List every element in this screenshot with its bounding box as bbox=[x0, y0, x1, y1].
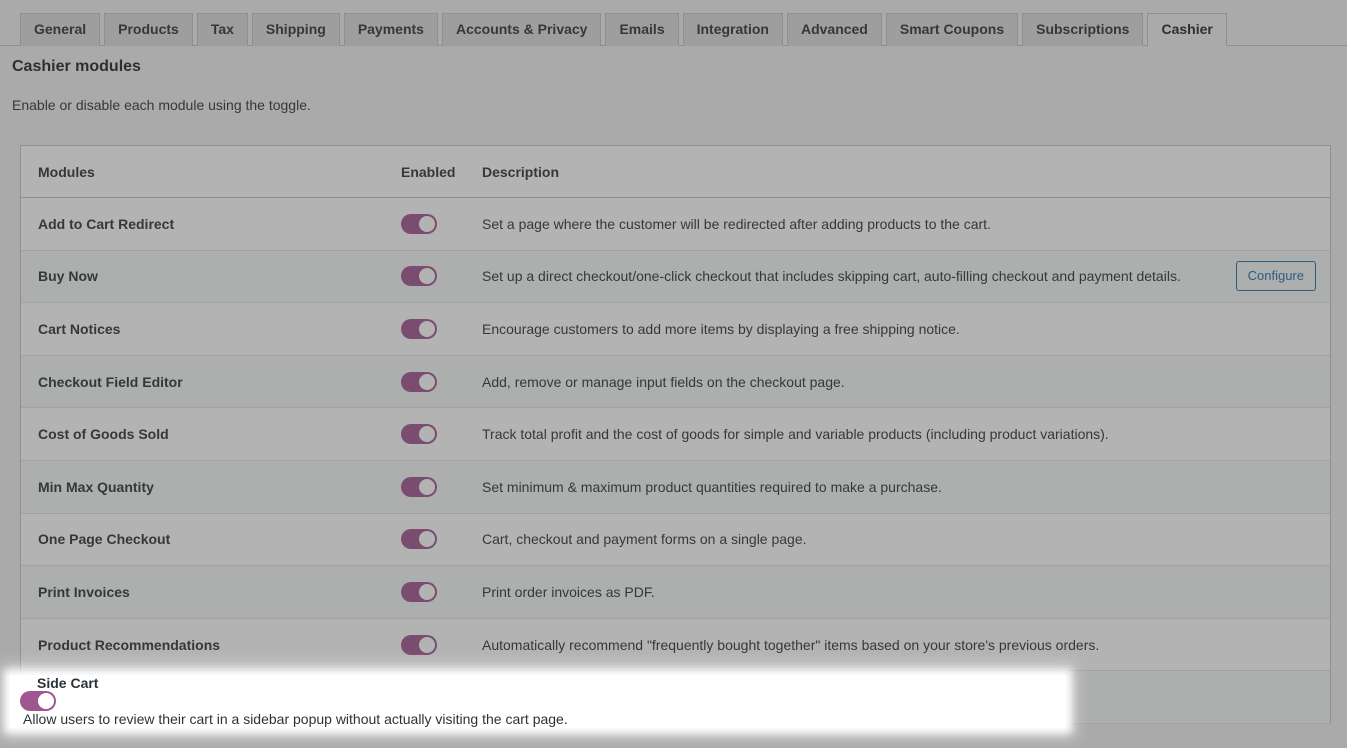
module-description-cart-notices: Encourage customers to add more items by… bbox=[482, 320, 960, 337]
toggle-knob-icon bbox=[419, 583, 435, 600]
module-description-side-cart: Allow users to review their cart in a si… bbox=[23, 711, 568, 727]
table-row-add-to-cart-redirect[interactable]: Add to Cart Redirect Set a page where the… bbox=[21, 198, 1330, 251]
description-cell-cart-notices: Encourage customers to add more items by… bbox=[479, 321, 1330, 337]
enabled-cell-side-cart bbox=[20, 691, 98, 711]
module-name-side-cart: Side Cart bbox=[37, 675, 99, 691]
module-description-one-page-checkout: Cart, checkout and payment forms on a si… bbox=[482, 531, 807, 548]
description-cell-print-invoices: Print order invoices as PDF. bbox=[479, 584, 1330, 600]
description-cell-min-max-quantity: Set minimum & maximum product quantities… bbox=[479, 479, 1330, 495]
tab-smart-coupons[interactable]: Smart Coupons bbox=[885, 13, 1019, 46]
toggle-side-cart[interactable] bbox=[20, 691, 56, 711]
module-description-print-invoices: Print order invoices as PDF. bbox=[482, 583, 655, 600]
toggle-knob-icon bbox=[419, 531, 435, 548]
description-cell-product-recommendations: Automatically recommend "frequently boug… bbox=[479, 637, 1330, 653]
tab-payments[interactable]: Payments bbox=[343, 13, 438, 46]
column-header-enabled: Enabled bbox=[401, 163, 456, 180]
table-row-print-invoices[interactable]: Print Invoices Print order invoices as PD… bbox=[21, 566, 1330, 619]
enabled-cell-buy-now bbox=[401, 266, 479, 287]
enabled-cell-checkout-field-editor bbox=[401, 371, 479, 392]
settings-page: General Products Tax Shipping Payments Accoun… bbox=[0, 0, 1347, 748]
tab-shipping[interactable]: Shipping bbox=[251, 13, 340, 46]
tab-accounts-privacy[interactable]: Accounts & Privacy bbox=[441, 13, 602, 46]
module-description-min-max-quantity: Set minimum & maximum product quantities… bbox=[482, 478, 942, 495]
module-description-add-to-cart-redirect: Set a page where the customer will be re… bbox=[482, 215, 991, 232]
table-row-cart-notices[interactable]: Cart Notices Encourage customers to add m… bbox=[21, 303, 1330, 356]
highlighted-row-spotlight: Side Cart Allow users to review their ca… bbox=[10, 675, 1066, 728]
column-header-description: Description bbox=[482, 163, 560, 180]
toggle-knob-icon bbox=[419, 320, 435, 337]
tab-integration[interactable]: Integration bbox=[682, 13, 783, 46]
toggle-buy-now[interactable] bbox=[401, 266, 437, 287]
table-row-buy-now[interactable]: Buy Now Set up a direct checkout/one-clic… bbox=[21, 250, 1330, 304]
table-row-side-cart[interactable]: Side Cart Allow users to review their ca… bbox=[10, 675, 1066, 728]
table-row-min-max-quantity[interactable]: Min Max Quantity Set minimum & maximum pr… bbox=[21, 460, 1330, 514]
module-name-checkout-field-editor: Checkout Field Editor bbox=[38, 373, 183, 390]
toggle-one-page-checkout[interactable] bbox=[401, 529, 437, 550]
toggle-knob-icon bbox=[419, 268, 435, 285]
tab-subscriptions[interactable]: Subscriptions bbox=[1022, 13, 1144, 46]
toggle-knob-icon bbox=[419, 478, 435, 495]
page-description: Enable or disable each module using the … bbox=[12, 97, 311, 113]
tab-emails[interactable]: Emails bbox=[605, 13, 679, 46]
module-name-cost-of-goods-sold: Cost of Goods Sold bbox=[38, 426, 169, 443]
enabled-cell-min-max-quantity bbox=[401, 476, 479, 497]
configure-button-buy-now[interactable]: Configure bbox=[1235, 261, 1316, 292]
module-name-cart-notices: Cart Notices bbox=[38, 320, 121, 337]
module-description-buy-now: Set up a direct checkout/one-click check… bbox=[482, 268, 1181, 285]
settings-tab-strip: General Products Tax Shipping Payments Accoun… bbox=[0, 0, 1347, 46]
enabled-cell-one-page-checkout bbox=[401, 529, 479, 550]
toggle-add-to-cart-redirect[interactable] bbox=[401, 213, 437, 234]
module-name-product-recommendations: Product Recommendations bbox=[38, 636, 221, 653]
description-cell-cost-of-goods-sold: Track total profit and the cost of goods… bbox=[479, 426, 1330, 442]
module-name-buy-now: Buy Now bbox=[38, 268, 98, 285]
enabled-cell-print-invoices bbox=[401, 581, 479, 602]
module-description-cost-of-goods-sold: Track total profit and the cost of goods… bbox=[482, 426, 1109, 443]
module-description-product-recommendations: Automatically recommend "frequently boug… bbox=[482, 636, 1100, 653]
toggle-knob-icon bbox=[419, 373, 435, 390]
table-header-row: Modules Enabled Description bbox=[21, 146, 1330, 198]
toggle-knob-icon bbox=[419, 215, 435, 232]
description-cell-one-page-checkout: Cart, checkout and payment forms on a si… bbox=[479, 531, 1330, 547]
table-row-product-recommendations[interactable]: Product Recommendations Automatically rec… bbox=[21, 618, 1330, 672]
toggle-knob-icon bbox=[419, 636, 435, 653]
tab-general[interactable]: General bbox=[20, 13, 101, 46]
table-row-one-page-checkout[interactable]: One Page Checkout Cart, checkout and paym… bbox=[21, 513, 1330, 567]
module-name-add-to-cart-redirect: Add to Cart Redirect bbox=[38, 215, 175, 232]
enabled-cell-cart-notices bbox=[401, 318, 479, 339]
module-description-checkout-field-editor: Add, remove or manage input fields on th… bbox=[482, 373, 845, 390]
toggle-cart-notices[interactable] bbox=[401, 318, 437, 339]
toggle-print-invoices[interactable] bbox=[401, 581, 437, 602]
tab-tax[interactable]: Tax bbox=[196, 13, 248, 46]
description-cell-add-to-cart-redirect: Set a page where the customer will be re… bbox=[479, 216, 1330, 232]
description-cell-checkout-field-editor: Add, remove or manage input fields on th… bbox=[479, 374, 1330, 390]
tab-products[interactable]: Products bbox=[104, 13, 193, 46]
module-name-print-invoices: Print Invoices bbox=[38, 583, 130, 600]
toggle-product-recommendations[interactable] bbox=[401, 634, 437, 655]
module-name-one-page-checkout: One Page Checkout bbox=[38, 531, 171, 548]
toggle-knob-icon bbox=[419, 426, 435, 443]
module-name-min-max-quantity: Min Max Quantity bbox=[38, 478, 154, 495]
column-header-modules: Modules bbox=[38, 163, 95, 180]
toggle-cost-of-goods-sold[interactable] bbox=[401, 424, 437, 445]
toggle-min-max-quantity[interactable] bbox=[401, 476, 437, 497]
enabled-cell-cost-of-goods-sold bbox=[401, 424, 479, 445]
tab-cashier[interactable]: Cashier bbox=[1147, 13, 1227, 46]
modules-table: Modules Enabled Description Add to Cart … bbox=[20, 145, 1331, 724]
tab-advanced[interactable]: Advanced bbox=[786, 13, 882, 46]
enabled-cell-product-recommendations bbox=[401, 634, 479, 655]
table-row-cost-of-goods-sold[interactable]: Cost of Goods Sold Track total profit and… bbox=[21, 408, 1330, 461]
toggle-checkout-field-editor[interactable] bbox=[401, 371, 437, 392]
description-cell-buy-now: Set up a direct checkout/one-click check… bbox=[479, 261, 1330, 292]
toggle-knob-icon bbox=[38, 693, 54, 709]
description-cell-side-cart: Allow users to review their cart in a si… bbox=[20, 711, 1066, 727]
enabled-cell-add-to-cart-redirect bbox=[401, 213, 479, 234]
page-title: Cashier modules bbox=[12, 58, 141, 75]
table-row-checkout-field-editor[interactable]: Checkout Field Editor Add, remove or mana… bbox=[21, 355, 1330, 409]
